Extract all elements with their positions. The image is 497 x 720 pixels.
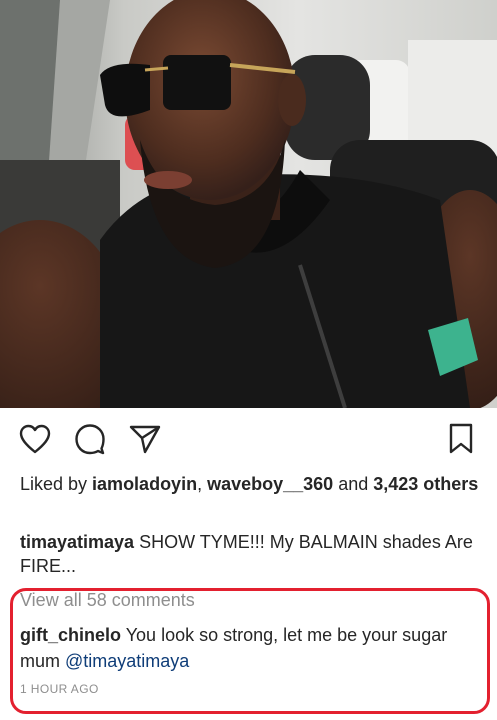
post-photo[interactable] xyxy=(0,0,497,408)
comment-mention-link[interactable]: @timayatimaya xyxy=(65,651,189,671)
bookmark-icon xyxy=(449,423,473,454)
share-button[interactable] xyxy=(128,422,162,456)
likes-summary: Liked by iamoladoyin, waveboy__360 and 3… xyxy=(20,472,480,496)
comment-author-link[interactable]: gift_chinelo xyxy=(20,625,121,645)
man-in-car-selfie-image xyxy=(0,0,497,408)
view-all-comments-link[interactable]: View all 58 comments xyxy=(20,589,195,611)
liker-username-link[interactable]: iamoladoyin xyxy=(92,474,197,494)
like-button[interactable] xyxy=(18,422,52,456)
post-action-bar xyxy=(0,408,497,468)
caption-author-link[interactable]: timayatimaya xyxy=(20,532,134,552)
others-likes-link[interactable]: 3,423 others xyxy=(373,474,478,494)
post-caption: timayatimaya SHOW TYME!!! My BALMAIN sha… xyxy=(20,530,480,578)
likes-prefix: Liked by xyxy=(20,474,93,494)
save-button[interactable] xyxy=(444,422,478,456)
liker-username-link[interactable]: waveboy__360 xyxy=(207,474,333,494)
paper-plane-icon xyxy=(129,425,161,454)
heart-outline-icon xyxy=(19,424,51,454)
comment-item: gift_chinelo You look so strong, let me … xyxy=(20,622,480,674)
likes-and: and xyxy=(333,474,374,494)
post-timestamp: 1 HOUR AGO xyxy=(20,682,99,696)
likes-separator: , xyxy=(197,474,208,494)
comment-button[interactable] xyxy=(73,422,107,456)
speech-bubble-icon xyxy=(75,424,105,455)
